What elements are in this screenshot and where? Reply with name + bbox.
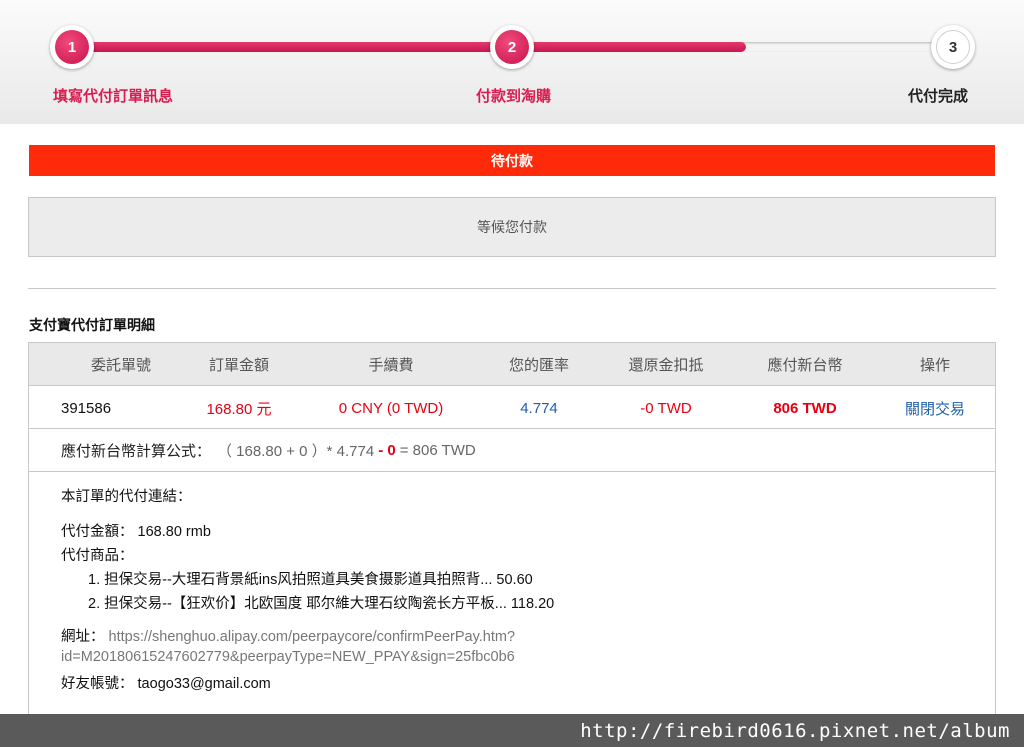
friend-label: 好友帳號： [61,676,134,692]
payment-url[interactable]: https://shenghuo.alipay.com/peerpaycore/… [109,629,515,645]
divider [28,288,996,289]
friend-email: taogo33@gmail.com [137,676,271,692]
col-amount: 訂單金額 [208,357,269,374]
col-twd-due: 應付新台幣 [767,357,843,374]
order-number: 391586 [61,399,112,417]
table-header: 委託單號 訂單金額 手續費 您的匯率 還原金扣抵 應付新台幣 操作 [29,343,995,386]
progress-track-fill [70,42,746,52]
fee-value: 0 CNY (0 TWD) [338,399,444,417]
step-3-label: 代付完成 [908,88,969,105]
step-1-number: 1 [55,30,89,64]
formula-row: 應付新台幣計算公式： （ 168.80 + 0 ）* 4.774 - 0 = 8… [29,430,995,472]
step-3-number: 3 [936,30,970,64]
col-rebate: 還原金扣抵 [628,357,704,374]
items-label: 代付商品： [61,548,134,564]
step-3-circle: 3 [931,25,975,69]
amount-line: 代付金額： 168.80 rmb [61,520,211,541]
close-transaction-link[interactable]: 關閉交易 [865,387,1005,429]
rate-value: 4.774 [520,399,558,417]
section-title: 支付寶代付訂單明細 [29,317,155,333]
list-item: 1. 担保交易--大理石背景紙ins风拍照道具美食摄影道具拍照背... 50.6… [88,572,533,588]
friend-account-line: 好友帳號： taogo33@gmail.com [61,672,271,693]
formula-expression: （ 168.80 + 0 ）* 4.774 [217,443,375,460]
payment-url-continued[interactable]: id=M20180615247602779&peerpayType=NEW_PP… [61,649,515,665]
list-item: 2. 担保交易--【狂欢价】北欧国度 耶尔維大理石纹陶瓷长方平板... 118.… [88,596,555,612]
order-detail-panel: 委託單號 訂單金額 手續費 您的匯率 還原金扣抵 應付新台幣 操作 391586… [28,342,996,724]
step-1-circle: 1 [50,25,94,69]
amount-label: 代付金額： [61,524,134,540]
link-heading: 本訂單的代付連結： [61,489,192,505]
url-line: 網址： https://shenghuo.alipay.com/peerpayc… [61,625,515,646]
rebate-value: -0 TWD [640,399,692,417]
step-2-number: 2 [495,30,529,64]
formula-label: 應付新台幣計算公式： [61,443,212,460]
col-action: 操作 [919,357,950,374]
amount-value: 168.80 rmb [137,524,211,540]
wait-message: 等候您付款 [28,197,996,257]
step-2-label: 付款到淘購 [476,88,552,105]
step-2-circle: 2 [490,25,534,69]
twd-due-value: 806 TWD [773,399,837,417]
watermark-banner: http://firebird0616.pixnet.net/album [0,714,1024,747]
url-label: 網址： [61,629,105,645]
formula-result: = 806 TWD [399,442,476,459]
formula-minus: - 0 [378,442,396,459]
order-amount: 168.80 元 [206,400,272,418]
progress-steps: 1 2 3 填寫代付訂單訊息 付款到淘購 代付完成 [0,0,1024,124]
status-bar: 待付款 [29,145,995,176]
col-fee: 手續費 [368,357,414,374]
step-1-label: 填寫代付訂單訊息 [53,88,174,105]
col-rate: 您的匯率 [508,357,569,374]
table-row: 391586 168.80 元 0 CNY (0 TWD) 4.774 -0 T… [29,387,995,429]
